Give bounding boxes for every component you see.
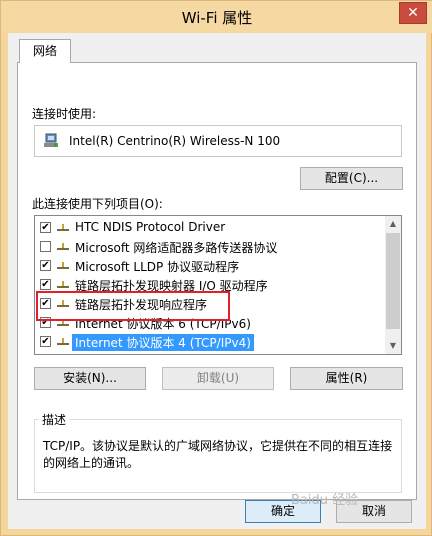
close-icon: ✕ [407,5,419,21]
tab-network-label: 网络 [32,44,57,58]
scroll-thumb[interactable] [386,233,400,329]
list-item[interactable]: Microsoft 网络适配器多路传送器协议 [35,237,387,256]
annotation-highlight-frame [36,291,230,321]
list-scrollbar[interactable]: ▲ ▼ [385,216,401,354]
description-text: TCP/IP。该协议是默认的广域网络协议，它提供在不同的相互连接的网络上的通讯。 [43,439,393,470]
uninstall-button[interactable]: 卸载(U) [162,367,274,390]
scroll-up-icon[interactable]: ▲ [385,216,401,232]
watermark: Baidu 经验 [291,489,421,529]
list-item[interactable]: ✔ HTC NDIS Protocol Driver [35,218,387,237]
title-bar: Wi-Fi 属性 ✕ [1,1,432,33]
network-adapter-icon [44,133,58,147]
item-checkbox[interactable]: ✔ [40,260,51,271]
dialog-frame: Wi-Fi 属性 ✕ 网络 连接时使用: Intel(R) Centrino(R… [0,0,432,536]
item-label: Internet 协议版本 4 (TCP/IPv4) [72,334,254,351]
item-label: Microsoft LLDP 协议驱动程序 [75,260,240,274]
items-label: 此连接使用下列项目(O): [32,197,163,211]
tab-network[interactable]: 网络 [19,39,71,63]
items-list[interactable]: ✔ HTC NDIS Protocol Driver Microsoft 网络适… [34,215,402,355]
item-checkbox[interactable]: ✔ [40,279,51,290]
list-item[interactable]: ✔ Microsoft LLDP 协议驱动程序 [35,256,387,275]
adapter-name: Intel(R) Centrino(R) Wireless-N 100 [69,134,281,148]
item-label: HTC NDIS Protocol Driver [75,220,226,234]
window-title: Wi-Fi 属性 [181,9,253,27]
properties-button[interactable]: 属性(R) [290,367,403,390]
list-item-selected[interactable]: ✔ Internet 协议版本 4 (TCP/IPv4) [35,332,387,351]
item-label: Microsoft 网络适配器多路传送器协议 [75,241,278,255]
item-checkbox[interactable] [40,241,51,252]
dialog-client: 网络 连接时使用: Intel(R) Centrino(R) Wireless-… [8,33,426,529]
tab-panel: 连接时使用: Intel(R) Centrino(R) Wireless-N 1… [17,62,417,500]
adapter-box: Intel(R) Centrino(R) Wireless-N 100 [34,125,402,157]
protocol-icon [57,281,69,288]
scroll-down-icon[interactable]: ▼ [385,338,401,354]
item-checkbox[interactable]: ✔ [40,336,51,347]
protocol-icon [57,338,69,345]
install-button[interactable]: 安装(N)... [34,367,146,390]
description-title: 描述 [39,411,70,428]
watermark-text: Baidu 经验 [291,493,359,508]
close-button[interactable]: ✕ [399,2,427,24]
protocol-icon [57,243,69,250]
protocol-icon [57,224,69,231]
item-checkbox[interactable]: ✔ [40,222,51,233]
protocol-icon [57,262,69,269]
connect-using-label: 连接时使用: [32,107,97,121]
configure-button[interactable]: 配置(C)... [300,167,403,190]
description-group: 描述 TCP/IP。该协议是默认的广域网络协议，它提供在不同的相互连接的网络上的… [34,411,402,493]
